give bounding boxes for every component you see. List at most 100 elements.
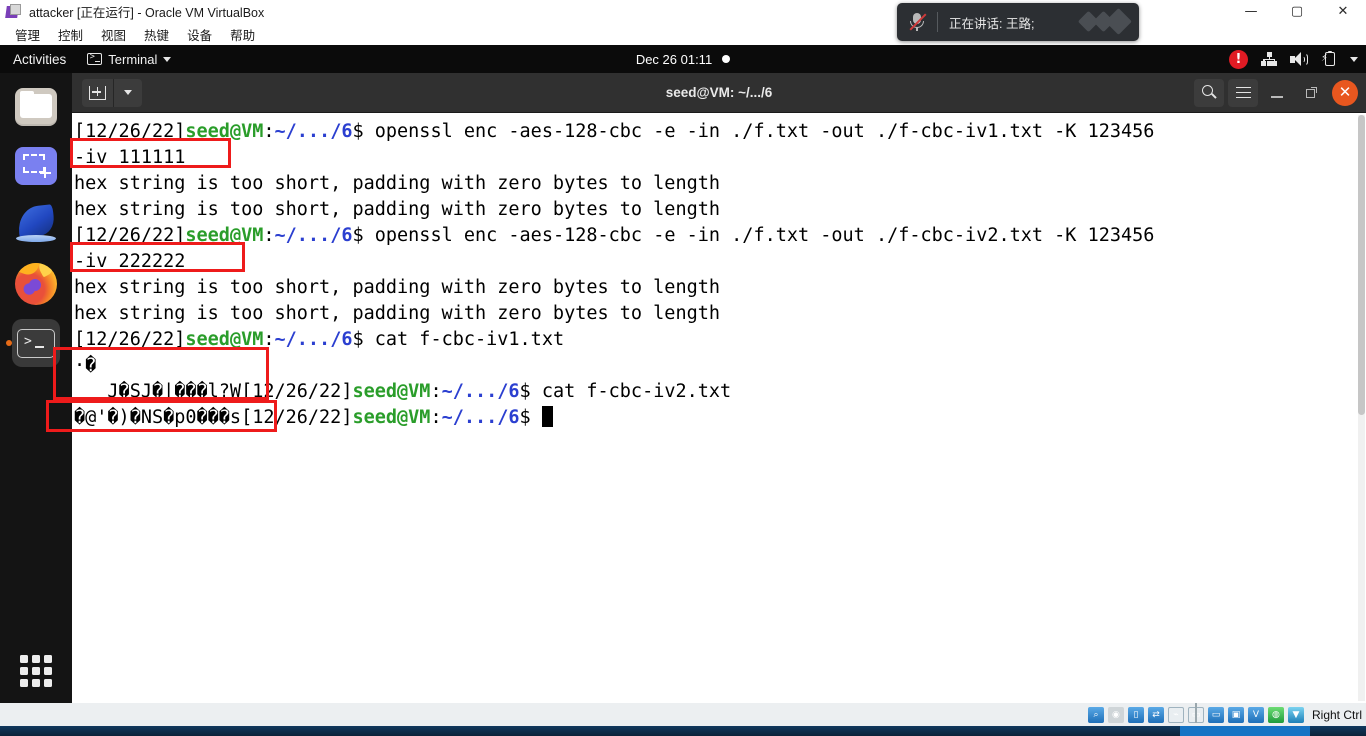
terminal-titlebar: seed@VM: ~/.../6 ✕ — [72, 73, 1366, 113]
dock-item-wireshark[interactable] — [12, 201, 60, 249]
optical-disk-icon[interactable]: ◉ — [1107, 706, 1124, 723]
notification-dot-icon — [722, 55, 731, 63]
screenshot-icon — [15, 147, 57, 185]
guest-screen: Activities Terminal Dec 26 01:11 ! — [0, 45, 1366, 703]
prompt-date: [12/26/22] — [74, 121, 186, 142]
terminal-header-buttons: ✕ — [1194, 78, 1360, 107]
terminal-output-area[interactable]: [12/26/22]seed@VM:~/.../6$ openssl enc -… — [72, 113, 1366, 703]
running-indicator-icon — [6, 340, 12, 346]
close-icon[interactable]: ✕ — [1330, 79, 1360, 107]
scrollbar-thumb[interactable] — [1358, 115, 1365, 415]
terminal-command: cat f-cbc-iv1.txt — [374, 329, 565, 350]
terminal-command: cat f-cbc-iv2.txt — [541, 381, 732, 402]
chevron-down-icon — [163, 56, 172, 62]
vbox-maximize-button[interactable]: ▢ — [1274, 0, 1320, 23]
dock-item-screenshot[interactable] — [12, 142, 60, 190]
clock-area[interactable]: Dec 26 01:11 — [563, 52, 803, 67]
prompt-dollar: $ — [352, 225, 375, 246]
usb-icon[interactable]: ⌁ — [1167, 706, 1184, 723]
prompt-user: seed@VM — [352, 381, 431, 402]
terminal-binary-output: J�SJ�|���l?W — [74, 381, 242, 402]
battery-icon[interactable]: ⚡ — [1321, 50, 1337, 67]
terminal-text: hex string is too short, padding with ze… — [74, 199, 721, 220]
host-key-label: Right Ctrl — [1311, 707, 1362, 722]
vbox-minimize-button[interactable]: — — [1228, 0, 1274, 23]
speaking-notification-toast: 正在讲话: 王路; — [897, 3, 1139, 41]
microphone-muted-icon — [897, 3, 937, 41]
maximize-icon[interactable] — [1296, 79, 1326, 107]
dock-item-firefox[interactable] — [12, 260, 60, 308]
toast-text: 正在讲话: 王路; — [949, 16, 1035, 31]
menu-item-hotkeys[interactable]: 热键 — [135, 23, 178, 46]
chevron-down-icon[interactable] — [114, 79, 142, 107]
menu-item-help[interactable]: 帮助 — [221, 23, 264, 46]
prompt-user: seed@VM — [352, 407, 431, 428]
hamburger-menu-icon[interactable] — [1228, 78, 1258, 107]
menu-item-control[interactable]: 控制 — [49, 23, 92, 46]
new-tab-group — [82, 78, 142, 107]
prompt-path: ~/.../6 — [274, 121, 353, 142]
terminal-line: hex string is too short, padding with ze… — [72, 301, 1366, 327]
menu-item-manage[interactable]: 管理 — [6, 23, 49, 46]
terminal-line: [12/26/22]seed@VM:~/.../6$ openssl enc -… — [72, 119, 1366, 145]
prompt-dollar: $ — [352, 329, 375, 350]
prompt-path: ~/.../6 — [441, 407, 520, 428]
prompt-date: [12/26/22] — [74, 329, 186, 350]
terminal-text: -iv 222222 — [74, 251, 186, 272]
mouse-icon[interactable]: ◍ — [1267, 706, 1284, 723]
host-taskbar — [0, 726, 1366, 736]
gnome-dock: > — [0, 73, 72, 703]
network-icon[interactable]: ⇄ — [1147, 706, 1164, 723]
prompt-colon: : — [263, 121, 275, 142]
terminal-text: hex string is too short, padding with ze… — [74, 173, 721, 194]
dock-item-files[interactable] — [12, 83, 60, 131]
volume-icon[interactable] — [1290, 51, 1308, 67]
virtualization-icon[interactable]: V — [1247, 706, 1264, 723]
vbox-menubar: 管理 控制 视图 热键 设备 帮助 — [0, 23, 1366, 45]
vbox-titlebar: attacker [正在运行] - Oracle VM VirtualBox —… — [0, 0, 1366, 23]
minimize-icon[interactable] — [1262, 79, 1292, 107]
app-menu-label: Terminal — [108, 51, 158, 67]
status-separator — [1195, 703, 1197, 723]
alert-icon[interactable]: ! — [1229, 49, 1248, 69]
prompt-colon: : — [430, 407, 442, 428]
prompt-colon: : — [263, 225, 275, 246]
prompt-colon: : — [263, 329, 275, 350]
system-tray: ! ⚡ — [1229, 49, 1358, 69]
clock-label: Dec 26 01:11 — [635, 51, 713, 67]
terminal-line: [12/26/22]seed@VM:~/.../6$ openssl enc -… — [72, 223, 1366, 249]
search-icon[interactable] — [1194, 78, 1224, 107]
floppy-icon[interactable]: ▯ — [1127, 706, 1144, 723]
terminal-line: hex string is too short, padding with ze… — [72, 171, 1366, 197]
app-menu-button[interactable]: Terminal — [79, 52, 179, 67]
show-applications-icon[interactable] — [20, 655, 52, 687]
menu-item-view[interactable]: 视图 — [92, 23, 135, 46]
vbox-close-button[interactable]: ✕ — [1320, 0, 1366, 23]
prompt-user: seed@VM — [185, 121, 264, 142]
chevron-down-icon[interactable] — [1350, 56, 1358, 62]
prompt-date: [12/26/22] — [241, 407, 353, 428]
recording-icon[interactable]: ▣ — [1227, 706, 1244, 723]
new-tab-icon[interactable] — [82, 78, 114, 107]
hard-disk-icon[interactable]: ⌕ — [1087, 706, 1104, 723]
keyboard-icon[interactable]: ▼ — [1287, 706, 1304, 723]
terminal-line: [12/26/22]seed@VM:~/.../6$ cat f-cbc-iv1… — [72, 327, 1366, 353]
display-icon[interactable]: ▭ — [1207, 706, 1224, 723]
prompt-path: ~/.../6 — [274, 329, 353, 350]
vbox-window-title: attacker [正在运行] - Oracle VM VirtualBox — [29, 6, 265, 20]
wireshark-icon — [14, 204, 58, 245]
terminal-scrollbar[interactable] — [1358, 115, 1365, 701]
terminal-line: J�SJ�|���l?W[12/26/22]seed@VM:~/.../6$ c… — [72, 379, 1366, 405]
prompt-path: ~/.../6 — [441, 381, 520, 402]
terminal-command: openssl enc -aes-128-cbc -e -in ./f.txt … — [374, 121, 1155, 142]
taskbar-active-item[interactable] — [1180, 726, 1310, 736]
prompt-dollar: $ — [519, 381, 542, 402]
gnome-top-panel: Activities Terminal Dec 26 01:11 ! — [0, 45, 1366, 73]
network-icon[interactable] — [1261, 52, 1277, 66]
menu-item-devices[interactable]: 设备 — [178, 23, 221, 46]
dock-item-terminal[interactable]: > — [6, 319, 60, 367]
prompt-colon: : — [430, 381, 442, 402]
terminal-line: �@'�)�NS�p0���s[12/26/22]seed@VM:~/.../6… — [72, 405, 1366, 431]
terminal-window: seed@VM: ~/.../6 ✕ [12/26/22]seed@VM:~/.… — [72, 73, 1366, 703]
activities-button[interactable]: Activities — [0, 52, 79, 67]
